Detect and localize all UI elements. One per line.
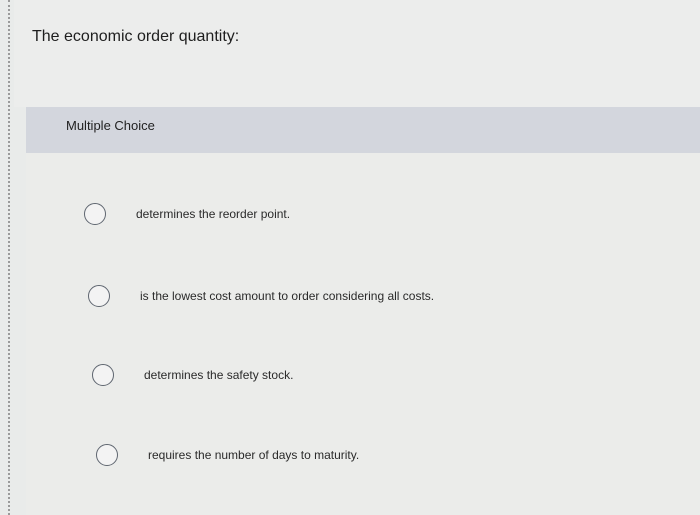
answer-option-4[interactable]: requires the number of days to maturity.: [96, 444, 359, 466]
answer-option-1[interactable]: determines the reorder point.: [84, 203, 290, 225]
answer-option-2[interactable]: is the lowest cost amount to order consi…: [88, 285, 434, 307]
question-type-label: Multiple Choice: [66, 118, 155, 133]
answer-options-panel: determines the reorder point. is the low…: [26, 153, 700, 515]
radio-button-icon[interactable]: [96, 444, 118, 466]
question-type-band: Multiple Choice: [26, 107, 700, 153]
radio-button-icon[interactable]: [88, 285, 110, 307]
answer-option-label: determines the reorder point.: [136, 207, 291, 221]
answer-option-label: is the lowest cost amount to order consi…: [140, 289, 435, 303]
page-left-border: [8, 0, 12, 515]
answer-option-3[interactable]: determines the safety stock.: [92, 364, 293, 386]
answer-option-label: requires the number of days to maturity.: [148, 448, 360, 462]
question-prompt: The economic order quantity:: [32, 28, 240, 45]
answer-option-label: determines the safety stock.: [144, 368, 294, 382]
radio-button-icon[interactable]: [92, 364, 114, 386]
question-area: The economic order quantity:: [14, 0, 700, 107]
radio-button-icon[interactable]: [84, 203, 106, 225]
